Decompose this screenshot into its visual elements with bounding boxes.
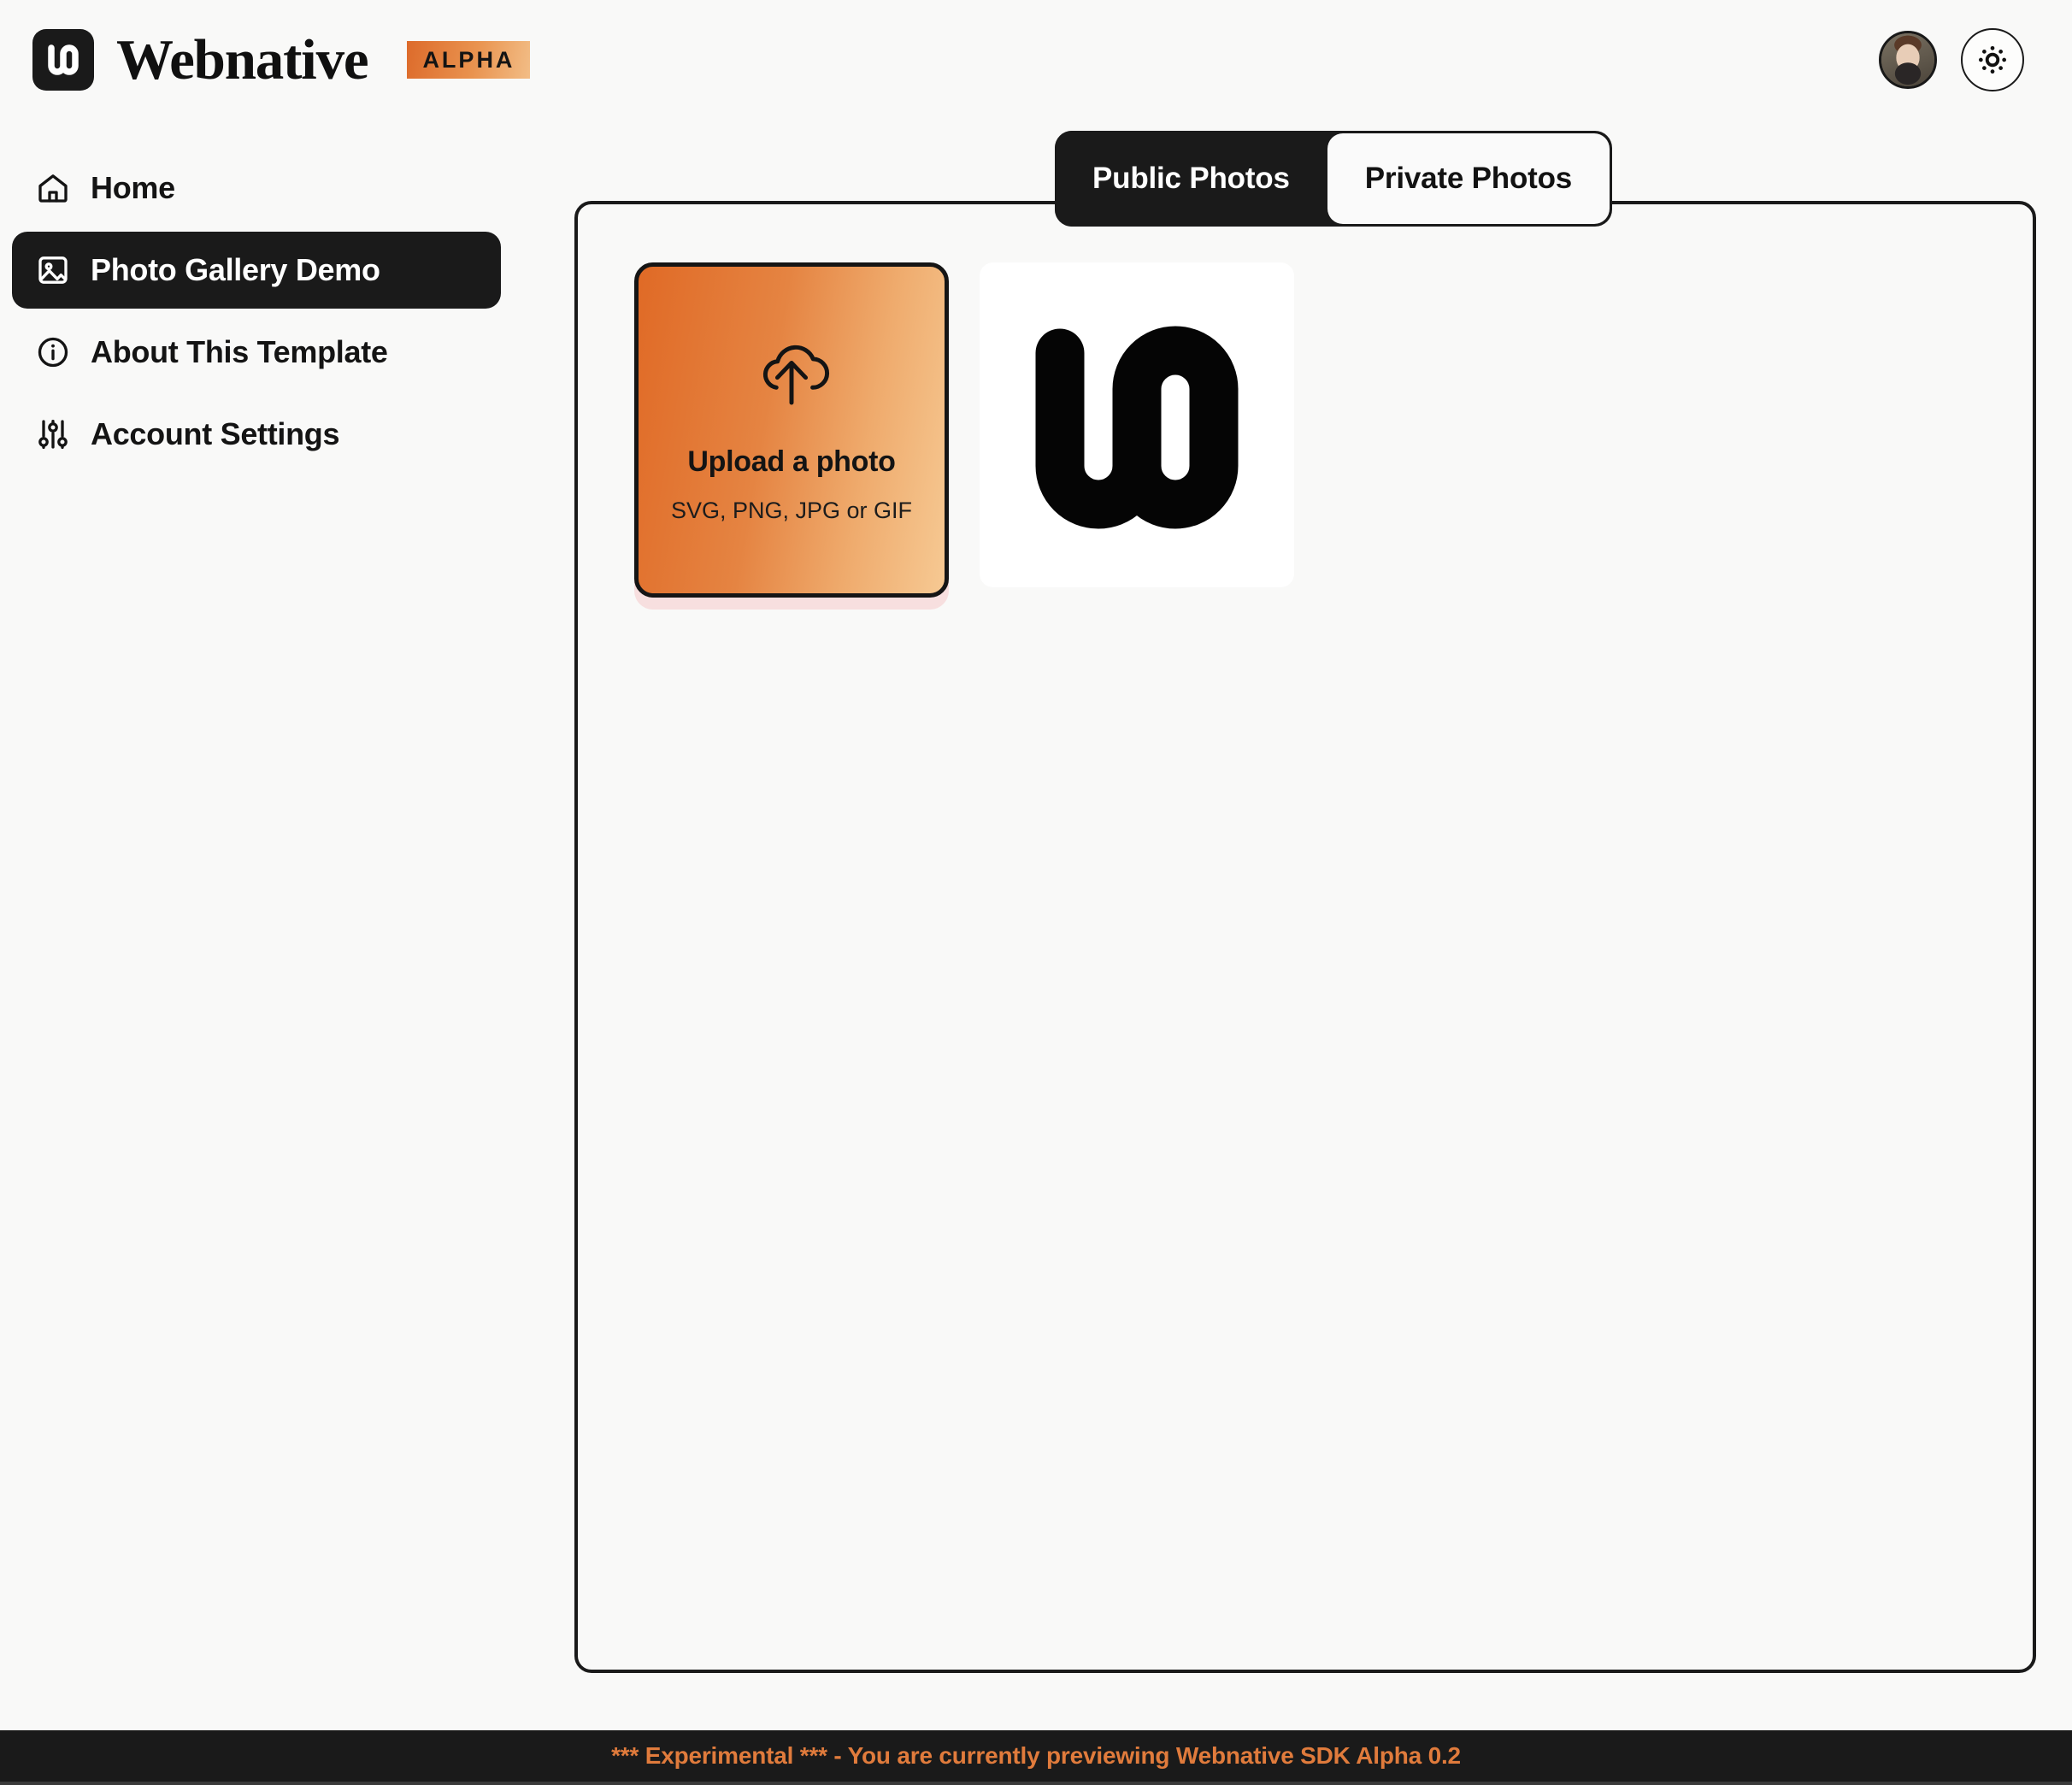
sidebar-item-about-this-template[interactable]: About This Template	[12, 314, 501, 391]
webnative-w-mark-icon	[32, 29, 94, 91]
gallery-tabs: Public Photos Private Photos	[1055, 131, 1612, 227]
sidebar-item-label: About This Template	[91, 334, 388, 370]
gallery-panel-wrapper: Public Photos Private Photos Upload a ph…	[574, 201, 2036, 1673]
sidebar-item-label: Account Settings	[91, 416, 339, 452]
upload-title: Upload a photo	[687, 445, 895, 479]
tab-private-photos[interactable]: Private Photos	[1327, 133, 1610, 224]
theme-toggle-button[interactable]	[1961, 28, 2024, 91]
webnative-w-mark-icon	[1009, 297, 1265, 553]
sliders-icon	[34, 417, 72, 451]
upload-photo-card[interactable]: Upload a photo SVG, PNG, JPG or GIF	[634, 262, 949, 598]
sidebar-item-label: Home	[91, 170, 175, 206]
experimental-banner-text: *** Experimental *** - You are currently…	[611, 1742, 1461, 1770]
sun-brightness-icon	[1975, 42, 2010, 78]
upload-photo-dropzone[interactable]: Upload a photo SVG, PNG, JPG or GIF	[634, 262, 949, 598]
avatar-image	[1881, 33, 1934, 86]
sidebar-item-label: Photo Gallery Demo	[91, 252, 380, 288]
image-icon	[34, 253, 72, 287]
cloud-upload-icon	[743, 336, 840, 445]
brand-name: Webnative	[116, 32, 368, 89]
header-actions	[1879, 28, 2040, 91]
status-badge: ALPHA	[407, 41, 530, 79]
app-header: Webnative ALPHA	[0, 0, 2072, 120]
brand[interactable]: Webnative ALPHA	[32, 29, 530, 91]
sidebar-item-photo-gallery-demo[interactable]: Photo Gallery Demo	[12, 232, 501, 309]
info-circle-icon	[34, 335, 72, 369]
sidebar-item-home[interactable]: Home	[12, 150, 501, 227]
avatar[interactable]	[1879, 31, 1937, 89]
sidebar-item-account-settings[interactable]: Account Settings	[12, 396, 501, 473]
experimental-banner: *** Experimental *** - You are currently…	[0, 1730, 2072, 1785]
home-icon	[34, 171, 72, 205]
photo-thumbnail[interactable]	[980, 262, 1294, 587]
sidebar: Home Photo Gallery Demo About This Templ…	[0, 150, 513, 478]
photo-gallery-grid: Upload a photo SVG, PNG, JPG or GIF	[634, 262, 1294, 598]
upload-formats: SVG, PNG, JPG or GIF	[671, 498, 912, 524]
tab-public-photos[interactable]: Public Photos	[1055, 131, 1327, 227]
